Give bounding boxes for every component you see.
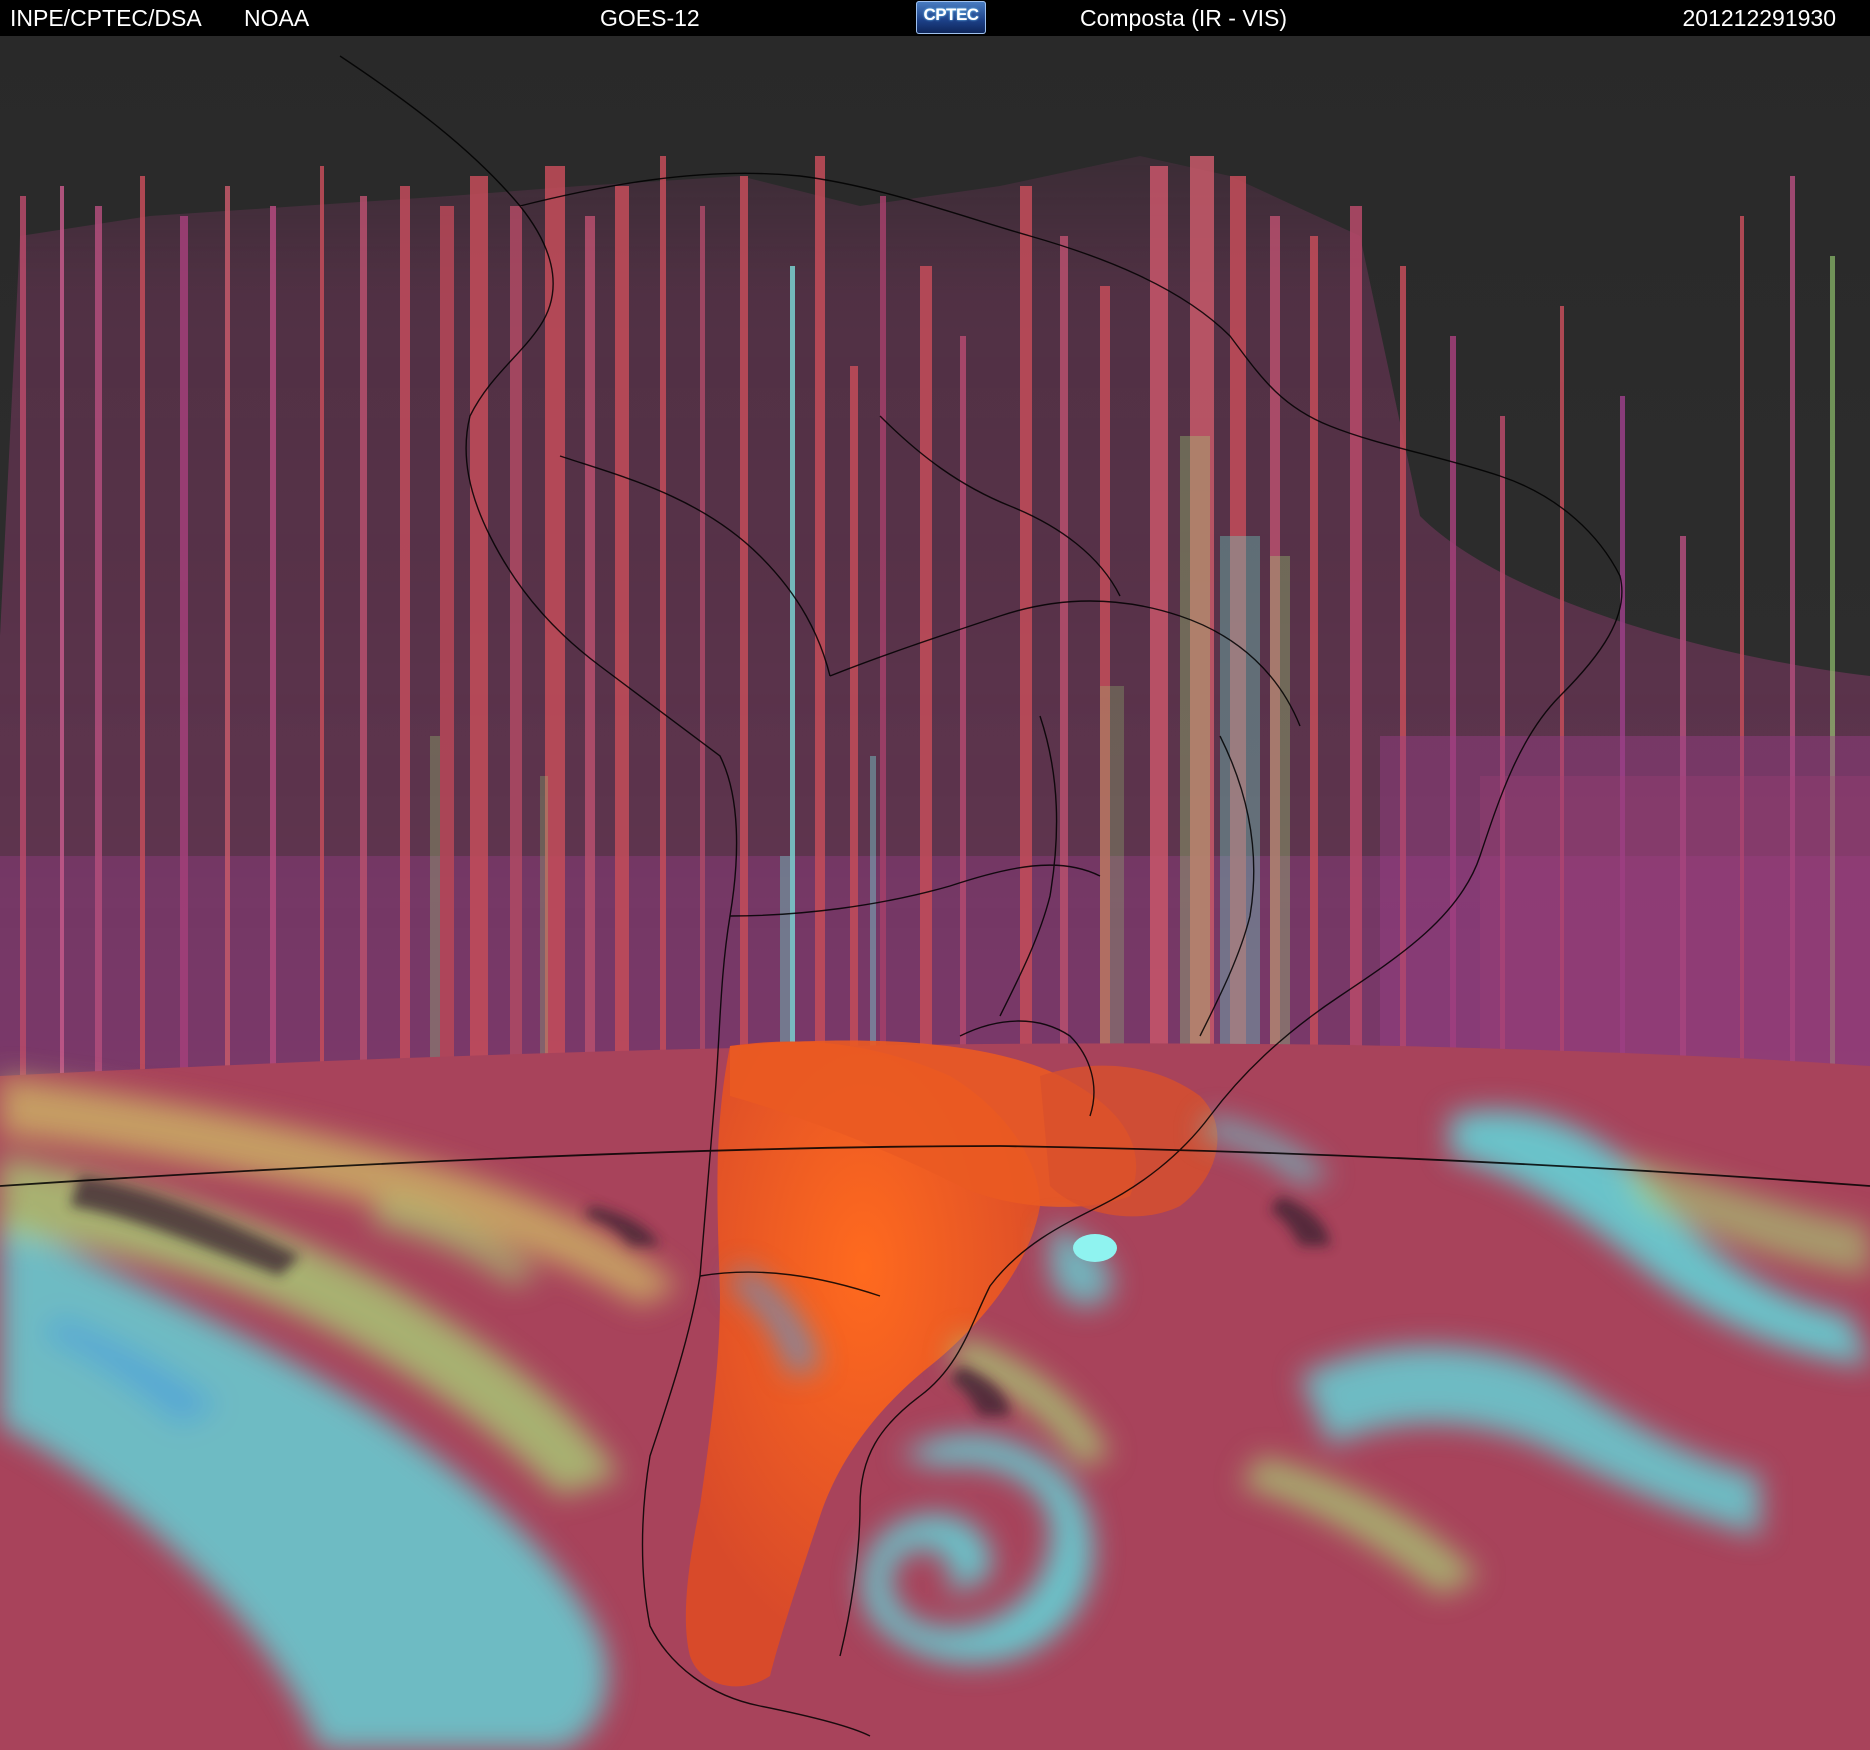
cptec-logo-icon: CPTEC [916, 1, 986, 34]
satellite-imagery [0, 36, 1870, 1750]
eastern-magenta-blocks [1380, 736, 1870, 1076]
imagery-canvas [0, 36, 1870, 1750]
timestamp-label: 201212291930 [1682, 5, 1837, 31]
agency-label: INPE/CPTEC/DSA [10, 5, 202, 31]
satellite-label: GOES-12 [600, 5, 700, 31]
rio-de-la-plata-cloud [1073, 1234, 1117, 1262]
satellite-image-viewer: INPE/CPTEC/DSA NOAA GOES-12 CPTEC Compos… [0, 0, 1870, 1750]
image-header-bar: INPE/CPTEC/DSA NOAA GOES-12 CPTEC Compos… [0, 0, 1870, 36]
source-label: NOAA [244, 5, 310, 31]
product-label: Composta (IR - VIS) [1080, 5, 1288, 31]
logo-text: CPTEC [923, 5, 979, 24]
